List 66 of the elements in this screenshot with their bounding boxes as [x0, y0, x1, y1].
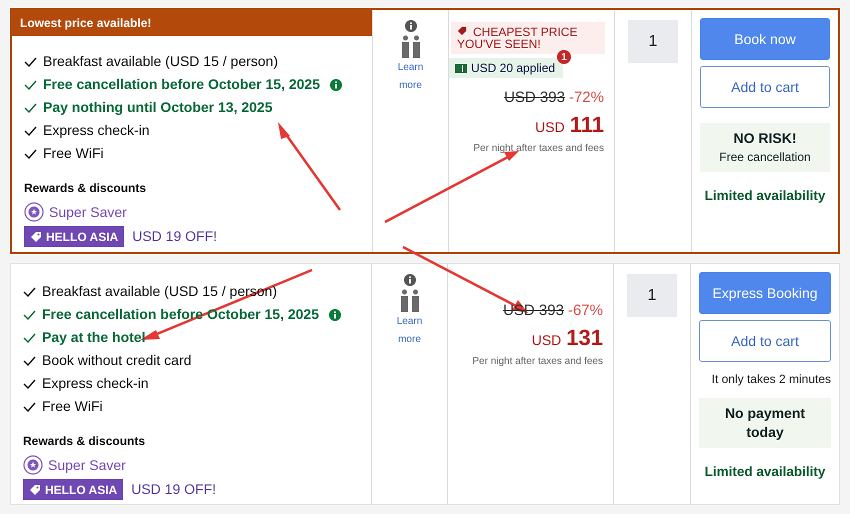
info-icon: [404, 20, 416, 32]
feature-text: Free cancellation before October 15, 2025: [42, 305, 320, 324]
feature-text: Express check-in: [42, 374, 149, 393]
availability-label: Limited availability: [704, 187, 826, 205]
discount-percent: -67%: [568, 301, 603, 321]
tag-icon: [457, 26, 467, 36]
ticket-icon: [455, 64, 467, 72]
check-icon: [24, 56, 37, 66]
feature-text: Free WiFi: [42, 397, 103, 416]
star-badge-icon: [23, 455, 43, 475]
promo-title: NO RISK!: [732, 129, 798, 148]
feature-text: Pay at the hotel: [42, 328, 146, 347]
learn-more-link[interactable]: Learn more: [394, 313, 424, 349]
check-icon: [24, 126, 37, 136]
add-to-cart-button[interactable]: Add to cart: [700, 66, 830, 108]
reward-label: Super Saver: [48, 456, 126, 475]
coupon-tag: HELLO ASIA: [23, 479, 124, 500]
promo-subtitle: Free cancellation: [719, 149, 811, 166]
check-icon: [23, 402, 36, 412]
info-icon: [329, 308, 342, 320]
coupon-value: USD 19 OFF!: [132, 227, 218, 246]
reward-label: Super Saver: [49, 202, 127, 222]
feature-text: Pay nothing until October 13, 2025: [43, 98, 272, 117]
learn-more-link[interactable]: Learn more: [396, 59, 426, 95]
discount-percent: -72%: [568, 88, 604, 108]
info-icon: [404, 274, 416, 286]
button-note: It only takes 2 minutes: [712, 371, 831, 388]
feature-text: Free cancellation before October 15, 2025: [43, 75, 320, 94]
old-price: USD 393: [503, 301, 564, 321]
feature-text: Book without credit card: [42, 351, 192, 370]
coupon-value: USD 19 OFF!: [131, 480, 216, 499]
feature-text: Breakfast available (USD 15 / person): [43, 52, 278, 71]
currency: USD: [532, 330, 562, 350]
check-icon: [23, 332, 36, 342]
quantity-field[interactable]: 1: [628, 20, 678, 63]
availability-label: Limited availability: [704, 463, 826, 481]
book-button[interactable]: Book now: [700, 18, 830, 60]
tag-icon: [30, 230, 42, 242]
coupon-tag: HELLO ASIA: [24, 226, 124, 247]
check-icon: [24, 80, 37, 90]
check-icon: [23, 356, 36, 366]
rewards-title: Rewards & discounts: [24, 180, 148, 197]
feature-text: Express check-in: [43, 121, 150, 140]
cheapest-price-banner: CHEAPEST PRICE YOU'VE SEEN!: [451, 22, 605, 54]
promo-title: No payment today: [724, 404, 806, 442]
add-to-cart-button[interactable]: Add to cart: [699, 320, 831, 362]
info-icon: [330, 78, 342, 90]
price-note: Per night after taxes and fees: [472, 354, 603, 368]
check-icon: [24, 148, 37, 158]
check-icon: [23, 286, 36, 296]
check-icon: [23, 378, 36, 388]
offer-header: Lowest price available!: [12, 10, 372, 36]
tag-icon: [29, 484, 41, 496]
quantity-field[interactable]: 1: [627, 274, 677, 317]
feature-text: Free WiFi: [43, 144, 104, 163]
star-badge-icon: [24, 202, 44, 222]
old-price: USD 393: [504, 88, 565, 108]
book-button[interactable]: Express Booking: [699, 272, 831, 314]
currency: USD: [535, 118, 565, 136]
price-note: Per night after taxes and fees: [473, 142, 604, 156]
check-icon: [24, 102, 37, 112]
check-icon: [23, 310, 36, 320]
price: 131: [566, 324, 603, 352]
rewards-title: Rewards & discounts: [23, 433, 146, 450]
applied-tag: USD 20 applied: [449, 58, 564, 78]
price: 111: [570, 110, 604, 138]
